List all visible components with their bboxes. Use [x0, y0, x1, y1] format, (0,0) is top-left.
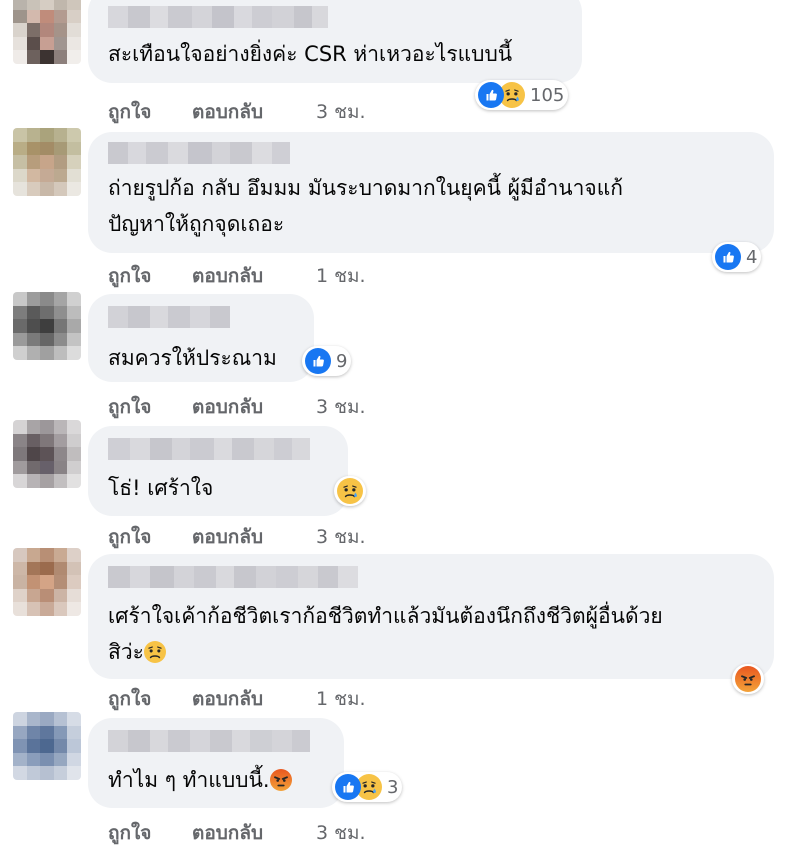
comment-text: ถ่ายรูปก้อ กลับ อึมมม มันระบาดมากในยุคนี…	[108, 176, 623, 236]
reaction-summary[interactable]	[732, 664, 764, 694]
timestamp[interactable]: 3 ชม.	[316, 522, 366, 552]
reaction-summary[interactable]: 9	[302, 346, 352, 376]
comment-text: โธ่! เศร้าใจ	[108, 476, 214, 500]
comment-text: เศร้าใจเค้าก้อชีวิตเราก้อชีวิตทำแล้วมันต…	[108, 598, 663, 674]
like-icon	[478, 82, 504, 108]
sad-emoji-icon	[143, 638, 166, 674]
reply-button[interactable]: ตอบกลับ	[192, 684, 316, 714]
like-button[interactable]: ถูกใจ	[108, 97, 192, 127]
like-button[interactable]: ถูกใจ	[108, 261, 192, 291]
comment-text: ทำไม ๆ ทำแบบนี้.	[108, 762, 292, 802]
author-name[interactable]	[108, 6, 328, 28]
reaction-count: 4	[746, 246, 758, 268]
reaction-count: 105	[530, 84, 565, 106]
reaction-summary[interactable]: 105	[475, 80, 569, 110]
avatar[interactable]	[13, 128, 81, 196]
angry-emoji-icon	[269, 766, 292, 802]
comment-bubble: โธ่! เศร้าใจ	[88, 426, 348, 516]
like-button[interactable]: ถูกใจ	[108, 818, 192, 848]
avatar[interactable]	[13, 0, 81, 64]
timestamp[interactable]: 3 ชม.	[316, 818, 366, 848]
comment-actions: ถูกใจ ตอบกลับ 3 ชม.	[108, 392, 366, 422]
avatar[interactable]	[13, 420, 81, 488]
timestamp[interactable]: 1 ชม.	[316, 261, 366, 291]
reply-button[interactable]: ตอบกลับ	[192, 261, 316, 291]
reaction-count: 9	[336, 350, 348, 372]
like-icon	[305, 348, 331, 374]
comment-actions: ถูกใจ ตอบกลับ 3 ชม.	[108, 522, 366, 552]
author-name[interactable]	[108, 438, 310, 460]
comment-actions: ถูกใจ ตอบกลับ 3 ชม.	[108, 818, 366, 848]
reply-button[interactable]: ตอบกลับ	[192, 522, 316, 552]
reaction-count: 3	[387, 776, 399, 798]
reaction-summary[interactable]: 4	[712, 242, 762, 272]
reply-button[interactable]: ตอบกลับ	[192, 392, 316, 422]
timestamp[interactable]: 3 ชม.	[316, 392, 366, 422]
comment-bubble: ถ่ายรูปก้อ กลับ อึมมม มันระบาดมากในยุคนี…	[88, 132, 774, 253]
reply-button[interactable]: ตอบกลับ	[192, 97, 316, 127]
like-button[interactable]: ถูกใจ	[108, 684, 192, 714]
comment-bubble: สะเทือนใจอย่างยิ่งค่ะ CSR ห่าเหวอะไรแบบน…	[88, 0, 582, 83]
timestamp[interactable]: 1 ชม.	[316, 684, 366, 714]
comment-bubble: ทำไม ๆ ทำแบบนี้.	[88, 718, 344, 808]
like-icon	[715, 244, 741, 270]
avatar[interactable]	[13, 712, 81, 780]
comment-bubble: สมควรให้ประณาม	[88, 294, 314, 382]
angry-icon	[735, 666, 761, 692]
reply-button[interactable]: ตอบกลับ	[192, 818, 316, 848]
comment-text: สะเทือนใจอย่างยิ่งค่ะ CSR ห่าเหวอะไรแบบน…	[108, 42, 513, 66]
author-name[interactable]	[108, 730, 310, 752]
comment-bubble: เศร้าใจเค้าก้อชีวิตเราก้อชีวิตทำแล้วมันต…	[88, 554, 774, 679]
reaction-summary[interactable]: 3	[332, 772, 403, 802]
sad-icon	[337, 478, 363, 504]
comment-actions: ถูกใจ ตอบกลับ 1 ชม.	[108, 261, 366, 291]
avatar[interactable]	[13, 292, 81, 360]
author-name[interactable]	[108, 142, 290, 164]
comment-text: สมควรให้ประณาม	[108, 346, 277, 370]
author-name[interactable]	[108, 306, 230, 328]
timestamp[interactable]: 3 ชม.	[316, 97, 366, 127]
avatar[interactable]	[13, 548, 81, 616]
like-button[interactable]: ถูกใจ	[108, 392, 192, 422]
like-icon	[335, 774, 361, 800]
like-button[interactable]: ถูกใจ	[108, 522, 192, 552]
author-name[interactable]	[108, 566, 358, 588]
reaction-summary[interactable]	[334, 476, 366, 506]
comment-actions: ถูกใจ ตอบกลับ 1 ชม.	[108, 684, 366, 714]
comment-actions: ถูกใจ ตอบกลับ 3 ชม.	[108, 97, 366, 127]
